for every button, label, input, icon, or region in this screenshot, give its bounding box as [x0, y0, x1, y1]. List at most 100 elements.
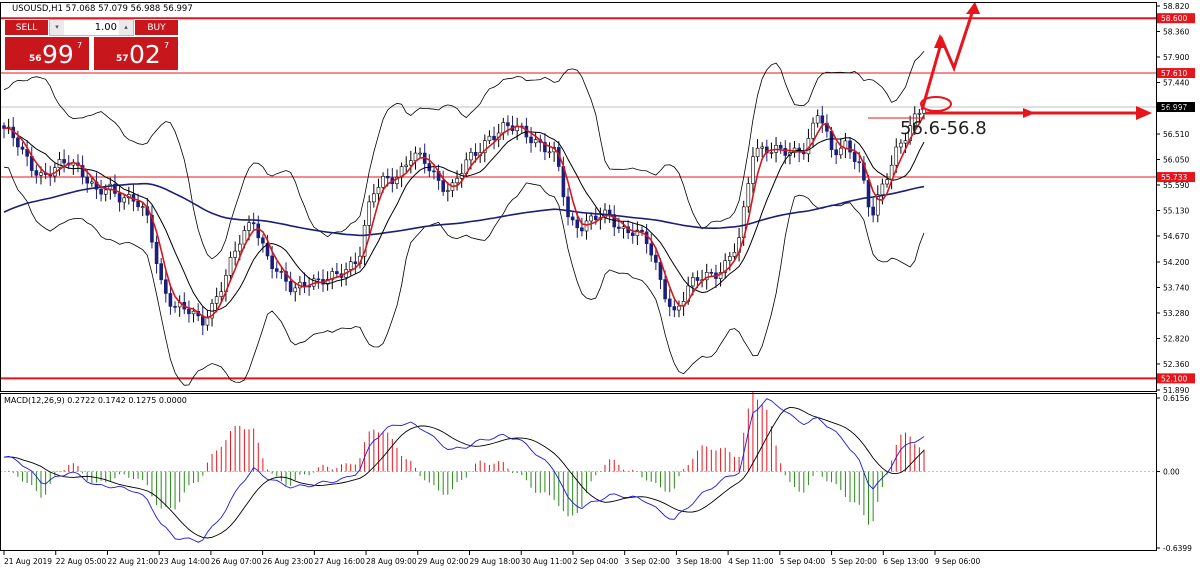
symbol-header: USOUSD,H1 57.068 57.079 56.988 56.997 — [12, 4, 193, 14]
lot-decrease-icon[interactable]: ▾ — [50, 20, 64, 35]
price-y-tick-label: 58.360 — [1163, 27, 1189, 36]
candle-body — [760, 146, 764, 149]
candle-body — [732, 252, 737, 257]
buy-price-sup: 7 — [164, 41, 170, 50]
candle-body — [90, 181, 94, 184]
candle-body — [316, 278, 321, 281]
buy-price-small: 57 — [116, 54, 129, 64]
candle-body — [228, 257, 233, 276]
candle-body — [630, 232, 635, 237]
sell-price-small: 56 — [29, 54, 42, 64]
candle-body — [191, 310, 196, 315]
candle-body — [695, 277, 700, 281]
candle-body — [566, 196, 570, 218]
sell-price-button[interactable]: 56 99 7 — [4, 36, 90, 71]
candle-body — [746, 183, 751, 208]
candle-body — [242, 230, 247, 245]
candle-body — [274, 268, 279, 272]
candle-body — [99, 188, 103, 195]
candle-body — [381, 175, 385, 188]
lot-size-value[interactable]: 1.00 — [64, 20, 119, 35]
candle-body — [469, 151, 473, 161]
candle-body — [62, 159, 66, 164]
candle-body — [335, 271, 339, 275]
candle-body — [270, 255, 274, 270]
candle-body — [728, 256, 732, 261]
candle-body — [385, 175, 390, 179]
candle-body — [168, 293, 173, 307]
candle-body — [751, 156, 755, 184]
candle-body — [584, 220, 589, 232]
candle-body — [159, 263, 163, 281]
x-tick-label: 3 Sep 18:00 — [676, 557, 722, 566]
price-y-tick-label: 53.280 — [1163, 309, 1189, 318]
candle-body — [154, 241, 159, 264]
candle-body — [617, 226, 621, 229]
candle-body — [672, 306, 677, 311]
candle-body — [677, 305, 681, 311]
candle-body — [372, 193, 376, 203]
candle-body — [589, 215, 593, 222]
sell-button[interactable]: SELL — [4, 19, 49, 36]
buy-price-button[interactable]: 57 02 7 — [93, 36, 179, 71]
x-tick-label: 21 Aug 2019 — [4, 557, 52, 566]
candle-body — [233, 250, 237, 258]
one-click-trade-panel: SELL ▾ 1.00 ▴ BUY 56 99 7 57 02 7 — [4, 19, 179, 71]
candle-body — [570, 216, 575, 221]
candle-body — [122, 197, 127, 203]
chart-window: 58.600 57.610 55.733 52.100 56.997 58.820 58.… — [0, 0, 1200, 567]
price-y-tick-label: 57.440 — [1163, 78, 1189, 87]
candle-body — [899, 142, 903, 148]
candle-body — [261, 237, 265, 244]
candle-body — [367, 201, 372, 226]
x-tick-label: 30 Aug 11:00 — [521, 557, 572, 566]
candle-body — [140, 206, 145, 208]
candle-body — [871, 206, 875, 216]
price-y-tick-label: 54.200 — [1163, 258, 1189, 267]
candle-body — [117, 193, 122, 203]
candle-body — [164, 279, 168, 294]
x-tick-label: 6 Sep 13:00 — [883, 557, 929, 566]
candle-body — [691, 277, 695, 287]
lot-size-stepper[interactable]: ▾ 1.00 ▴ — [49, 19, 134, 36]
candle-body — [820, 115, 825, 124]
price-y-tick-label: 52.820 — [1163, 334, 1189, 343]
price-y-tick-label: 55.130 — [1163, 206, 1189, 215]
candle-body — [903, 140, 908, 144]
macd-y-tick-label: -0.6399 — [1163, 544, 1192, 553]
price-y-tick-label: 55.590 — [1163, 181, 1189, 190]
candle-body — [136, 201, 140, 208]
candle-body — [247, 222, 251, 231]
candle-body — [593, 215, 598, 220]
x-tick-label: 9 Sep 06:00 — [935, 557, 981, 566]
x-tick-label: 4 Sep 11:00 — [728, 557, 774, 566]
candle-body — [654, 254, 658, 263]
x-tick-label: 22 Aug 05:00 — [56, 557, 107, 566]
candle-body — [492, 135, 496, 141]
lot-increase-icon[interactable]: ▴ — [119, 20, 133, 35]
candle-body — [353, 261, 358, 265]
trade-panel-top: SELL ▾ 1.00 ▴ BUY — [4, 19, 179, 36]
price-y-tick-label: 56.970 — [1163, 105, 1189, 114]
x-tick-label: 5 Sep 20:00 — [832, 557, 878, 566]
candle-body — [187, 308, 191, 315]
candle-body — [473, 151, 478, 156]
price-y-tick-label: 52.360 — [1163, 360, 1189, 369]
x-tick-label: 29 Aug 02:00 — [418, 557, 469, 566]
candle-body — [769, 152, 774, 154]
candle-body — [409, 160, 413, 166]
buy-label-button[interactable]: BUY — [134, 19, 179, 36]
candle-body — [34, 170, 39, 176]
candle-body — [85, 176, 90, 184]
candle-body — [866, 179, 871, 208]
candle-body — [529, 136, 533, 144]
candle-body — [838, 147, 843, 156]
candle-body — [894, 146, 899, 166]
price-y-tick-label: 58.820 — [1163, 2, 1189, 11]
level-price-label: 52.100 — [1161, 374, 1187, 383]
candle-body — [649, 243, 654, 256]
x-tick-label: 3 Sep 02:00 — [625, 557, 671, 566]
candle-body — [709, 271, 714, 274]
candle-body — [575, 219, 580, 229]
candle-body — [288, 281, 293, 293]
